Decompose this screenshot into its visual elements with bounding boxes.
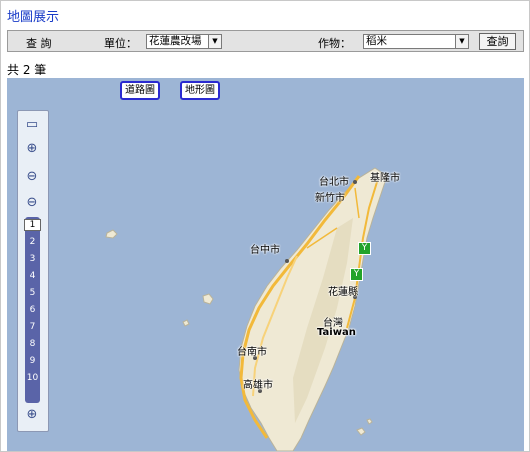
plant-marker-icon[interactable]: Y (358, 242, 371, 255)
select-box-icon[interactable]: ▭ (24, 117, 40, 133)
unit-select-value: 花蓮農改場 (149, 35, 202, 47)
zoom-slider[interactable]: 1 2 3 4 5 6 7 8 9 10 (24, 217, 41, 403)
city-dot (353, 180, 357, 184)
zoom-level-7[interactable]: 7 (25, 322, 40, 332)
zoom-level-5[interactable]: 5 (25, 288, 40, 298)
zoom-level-2[interactable]: 2 (25, 237, 40, 247)
city-label-kaohsiung: 高雄市 (243, 380, 273, 391)
city-label-hualien: 花蓮縣 (328, 287, 358, 298)
crop-select-value: 稻米 (366, 35, 387, 47)
city-label-hsinchu: 新竹市 (315, 193, 345, 204)
zoom-in-magnifier-icon[interactable]: ⊕ (24, 141, 40, 157)
zoom-level-4[interactable]: 4 (25, 271, 40, 281)
city-label-keelung: 基隆市 (370, 173, 400, 184)
filter-bar: 查 詢 單位： 花蓮農改場 ▼ 作物： 稻米 ▼ 查詢 (7, 30, 524, 52)
city-label-taipei: 台北市 (319, 177, 349, 188)
zoom-in-icon[interactable]: ⊕ (24, 407, 40, 423)
city-dot (285, 259, 289, 263)
chevron-down-icon[interactable]: ▼ (455, 35, 468, 48)
crop-label: 作物： (318, 37, 351, 50)
crop-select[interactable]: 稻米 ▼ (363, 34, 469, 49)
page-title: 地圖展示 (7, 10, 60, 25)
zoom-level-9[interactable]: 9 (25, 356, 40, 366)
taiwan-landmass (105, 167, 388, 451)
city-label-taichung: 台中市 (250, 245, 280, 256)
zoom-control: ▭ ⊕ ⊖ ⊖ 1 2 3 4 5 6 7 8 9 10 ⊕ (17, 110, 49, 432)
terrain-map-button[interactable]: 地形圖 (180, 81, 220, 100)
result-count: 共 2 筆 (7, 63, 47, 77)
unit-select[interactable]: 花蓮農改場 ▼ (146, 34, 222, 49)
zoom-level-1[interactable]: 1 (24, 219, 41, 231)
map-canvas[interactable]: 道路圖 地形圖 ▭ ⊕ ⊖ ⊖ 1 2 3 4 5 6 7 8 9 10 ⊕ 基… (7, 78, 524, 451)
city-label-tainan: 台南市 (237, 347, 267, 358)
zoom-level-8[interactable]: 8 (25, 339, 40, 349)
road-map-button[interactable]: 道路圖 (120, 81, 160, 100)
unit-label: 單位： (104, 37, 137, 50)
plant-marker-icon[interactable]: Y (350, 268, 363, 281)
zoom-out-icon[interactable]: ⊖ (24, 195, 40, 211)
map-display-panel: 地圖展示 查 詢 單位： 花蓮農改場 ▼ 作物： 稻米 ▼ 查詢 共 2 筆 道… (0, 0, 530, 452)
chevron-down-icon[interactable]: ▼ (208, 35, 221, 48)
zoom-out-magnifier-icon[interactable]: ⊖ (24, 169, 40, 185)
zoom-level-10[interactable]: 10 (25, 373, 40, 383)
city-label-taiwan-en: Taiwan (317, 327, 356, 338)
query-label: 查 詢 (26, 37, 52, 50)
zoom-level-3[interactable]: 3 (25, 254, 40, 264)
search-button[interactable]: 查詢 (479, 33, 516, 50)
zoom-level-6[interactable]: 6 (25, 305, 40, 315)
